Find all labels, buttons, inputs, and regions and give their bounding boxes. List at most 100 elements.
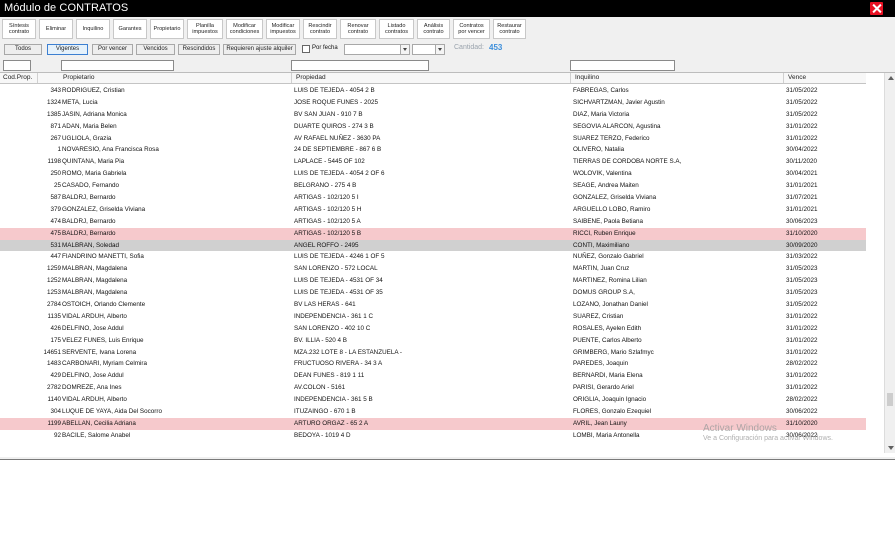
table-row[interactable]: 1135 VIDAL ARDUH, Alberto INDEPENDENCIA - … (0, 311, 866, 323)
table-row[interactable]: 474 BALDRJ, Bernardo ARTIGAS - 102/120 5 A… (0, 216, 866, 228)
cell-inquilino: MARTINEZ, Romina Lilian (573, 277, 647, 285)
table-row[interactable]: 871 ADAN, Maria Belen DUARTE QUIROS - 274 … (0, 121, 866, 133)
table-row[interactable]: 379 GONZALEZ, Griselda Viviana ARTIGAS - 1… (0, 204, 866, 216)
filter-vigentes-button[interactable]: Vigentes (47, 44, 88, 55)
toolbar-button-propietario[interactable]: Propietario (150, 19, 184, 39)
toolbar-button-restaurar-contrato[interactable]: Restaurar contrato (493, 19, 526, 39)
toolbar-button-listado-contratos[interactable]: Listado contratos (379, 19, 414, 39)
table-row[interactable]: 1198 QUINTANA, Maria Pia LAPLACE - 5445 OF… (0, 156, 866, 168)
cell-vence: 30/09/2020 (786, 241, 818, 249)
filter-requieren-ajuste-button[interactable]: Requieren ajuste alquiler (223, 44, 296, 55)
table-row[interactable]: 426 DELFINO, Jose Addul SAN LORENZO - 402 … (0, 323, 866, 335)
cell-inquilino: TIERRAS DE CORDOBA NORTE S.A, (573, 158, 682, 166)
cell-propiedad: LAPLACE - 5445 OF 102 (294, 158, 365, 166)
cell-cod-prop: 92 (53, 431, 61, 439)
scroll-down-icon[interactable] (888, 446, 894, 450)
contracts-table: Cod.Prop. Propietario Propiedad Inquilin… (0, 72, 895, 457)
toolbar: Síntesis contrato Eliminar Inquilino Garant… (2, 19, 526, 41)
table-row[interactable]: 429 DELFINO, Jose Addul DEAN FUNES - 819 1… (0, 370, 866, 382)
table-row[interactable]: 1385 JASIN, Adriana Monica BV SAN JUAN - 9… (0, 109, 866, 121)
column-header-vence[interactable]: Vence (788, 74, 806, 81)
table-row[interactable]: 1 NOVARESIO, Ana Francisca Rosa 24 DE SEPT… (0, 144, 866, 156)
cell-propietario: MALBRAN, Magdalena (62, 265, 128, 273)
table-row[interactable]: 587 BALDRJ, Bernardo ARTIGAS - 102/120 5 I… (0, 192, 866, 204)
close-icon[interactable] (870, 2, 883, 15)
contracts-window: Módulo de CONTRATOS Síntesis contrato Eli… (0, 0, 895, 460)
cell-propietario: JASIN, Adriana Monica (62, 110, 127, 118)
cell-cod-prop: 1259 (46, 265, 61, 273)
cell-propiedad: LUIS DE TEJEDA - 4054 2 OF 6 (294, 170, 385, 178)
table-row[interactable]: 1324 META, Lucia JOSE ROQUE FUNES - 2025 SI… (0, 97, 866, 109)
toolbar-button-contratos-por-vencer[interactable]: Contratos por vencer (453, 19, 490, 39)
date-combo-1[interactable] (344, 44, 410, 55)
column-header-propietario[interactable]: Propietario (63, 74, 94, 81)
filter-vencidos-button[interactable]: Vencidos (136, 44, 175, 55)
toolbar-button-inquilino[interactable]: Inquilino (76, 19, 110, 39)
filter-por-vencer-button[interactable]: Por vencer (92, 44, 133, 55)
cell-inquilino: PAREDES, Joaquin (573, 360, 629, 368)
toolbar-button-garantes[interactable]: Garantes (113, 19, 147, 39)
cell-propietario: QUINTANA, Maria Pia (62, 158, 125, 166)
cell-vence: 31/01/2022 (786, 324, 818, 332)
cell-cod-prop: 1135 (47, 312, 61, 320)
table-row[interactable]: 250 ROMO, Maria Gabriela LUIS DE TEJEDA - … (0, 168, 866, 180)
chevron-down-icon[interactable] (400, 45, 409, 54)
cod-prop-search-input[interactable] (3, 60, 31, 71)
cell-cod-prop: 1253 (46, 289, 61, 297)
scroll-up-icon[interactable] (888, 76, 894, 80)
date-combo-2[interactable] (412, 44, 445, 55)
toolbar-button-rescindir-contrato[interactable]: Rescindir contrato (303, 19, 337, 39)
cell-propietario: ABELLAN, Cecilia Adriana (62, 419, 136, 427)
cell-cod-prop: 1483 (46, 360, 61, 368)
column-header-cod-prop[interactable]: Cod.Prop. (3, 74, 32, 81)
toolbar-button-modificar-condiciones[interactable]: Modificar condiciones (226, 19, 263, 39)
cell-cod-prop: 475 (50, 229, 61, 237)
table-row[interactable]: 531 MALBRAN, Soledad ANGEL ROFFO - 2495 CON… (0, 239, 866, 252)
cell-vence: 31/01/2022 (786, 336, 818, 344)
table-row[interactable]: 1252 MALBRAN, Magdalena LUIS DE TEJEDA - 4… (0, 275, 866, 287)
table-row[interactable]: 1259 MALBRAN, Magdalena SAN LORENZO - 572 … (0, 263, 866, 275)
cell-vence: 31/05/2022 (786, 98, 818, 106)
cantidad-value: 453 (489, 43, 503, 52)
table-row[interactable]: 475 BALDRJ, Bernardo ARTIGAS - 102/120 5 B… (0, 227, 866, 240)
cell-cod-prop: 343 (50, 87, 61, 94)
propietario-search-input[interactable] (61, 60, 174, 71)
toolbar-button-planilla-impuestos[interactable]: Planilla impuestos (187, 19, 223, 39)
propiedad-search-input[interactable] (291, 60, 429, 71)
table-row[interactable]: 1140 VIDAL ARDUH, Alberto INDEPENDENCIA - … (0, 394, 866, 406)
toolbar-button-eliminar[interactable]: Eliminar (39, 19, 73, 39)
toolbar-button-sintesis-contrato[interactable]: Síntesis contrato (2, 19, 36, 39)
toolbar-button-renovar-contrato[interactable]: Renovar contrato (340, 19, 376, 39)
table-row[interactable]: 343 RODRIGUEZ, Cristian LUIS DE TEJEDA - 4… (0, 85, 866, 97)
cell-vence: 30/04/2022 (786, 146, 818, 154)
inquilino-search-input[interactable] (570, 60, 675, 71)
table-row[interactable]: 267 UGLIOLA, Grazia AV RAFAEL NUÑEZ - 3630… (0, 133, 866, 145)
cell-vence: 31/01/2021 (786, 205, 818, 213)
table-row[interactable]: 25 CASADO, Fernando BELGRANO - 275 4 B SEAG… (0, 180, 866, 192)
table-row[interactable]: 14651 SERVENTE, Ivana Lorena MZA.232 LOTE … (0, 347, 866, 359)
filter-todos-button[interactable]: Todos (4, 44, 42, 55)
cell-inquilino: GONZALEZ, Griselda Viviana (573, 194, 657, 202)
toolbar-button-modificar-impuestos[interactable]: Modificar impuestos (266, 19, 300, 39)
cell-propiedad: ITUZAINGO - 670 1 B (294, 408, 356, 416)
table-row[interactable]: 2784 OSTOICH, Orlando Clemente BV LAS HERA… (0, 299, 866, 311)
table-row[interactable]: 2782 DOMREZE, Ana Ines AV.COLON - 5161 PARI… (0, 382, 866, 394)
column-header-propiedad[interactable]: Propiedad (296, 74, 326, 81)
cell-propietario: BALDRJ, Bernardo (62, 229, 116, 237)
cell-propietario: VIDAL ARDUH, Alberto (62, 312, 127, 320)
table-row[interactable]: 304 LUQUE DE YAYA, Aida Del Socorro ITUZAI… (0, 406, 866, 418)
toolbar-button-analisis-contrato[interactable]: Análisis contrato (417, 19, 450, 39)
por-fecha-checkbox[interactable] (302, 45, 310, 53)
table-row[interactable]: 1253 MALBRAN, Magdalena LUIS DE TEJEDA - 4… (0, 287, 866, 299)
filter-rescindidos-button[interactable]: Rescindidos (178, 44, 220, 55)
table-row[interactable]: 447 FIANDRINO MANETTI, Sofia LUIS DE TEJED… (0, 251, 866, 263)
window-title: Módulo de CONTRATOS (4, 2, 129, 14)
column-header-inquilino[interactable]: Inquilino (575, 74, 599, 81)
vertical-scrollbar[interactable] (884, 73, 895, 453)
cell-propiedad: DUARTE QUIROS - 274 3 B (294, 122, 374, 130)
chevron-down-icon[interactable] (435, 45, 444, 54)
table-row[interactable]: 175 VELEZ FUNES, Luis Enrique BV. ILLIA - … (0, 335, 866, 347)
scroll-thumb[interactable] (887, 393, 893, 406)
table-row[interactable]: 1483 CARBONARI, Myriam Celmira FRUCTUOSO R… (0, 358, 866, 370)
cell-vence: 31/05/2022 (786, 301, 818, 309)
